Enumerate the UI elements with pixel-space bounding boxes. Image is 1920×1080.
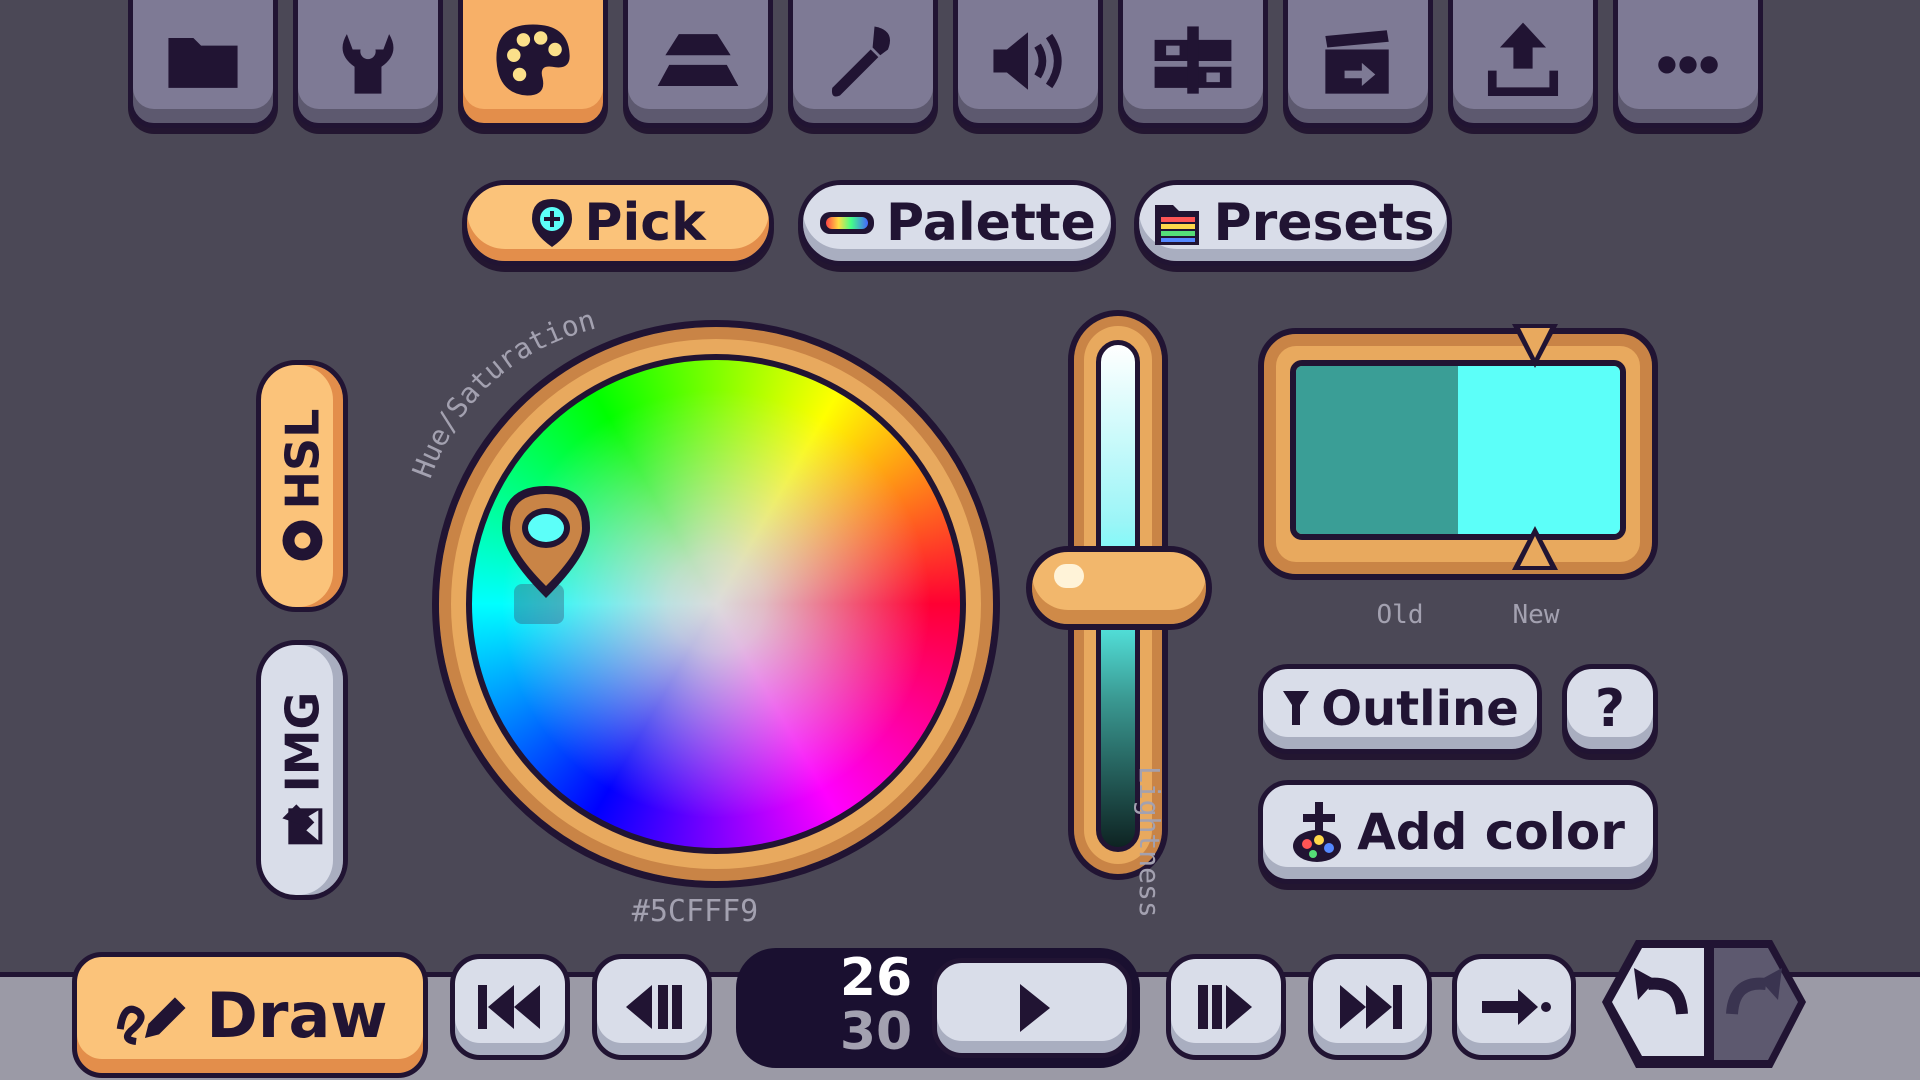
old-label: Old <box>1376 600 1424 630</box>
wheel-picker-handle[interactable] <box>496 482 596 606</box>
loop-toggle-button[interactable] <box>1452 954 1576 1060</box>
mode-hsl-tab[interactable]: HSL <box>256 360 348 612</box>
presets-folder-icon <box>1155 205 1200 245</box>
tab-presets-label: Presets <box>1213 193 1435 253</box>
undo-icon <box>1634 968 1688 1015</box>
hex-value-label: #5CFFF9 <box>631 894 759 929</box>
wrench-button[interactable] <box>293 0 443 128</box>
pencil-draw-icon <box>117 997 186 1045</box>
draw-mode-button[interactable]: Draw <box>72 952 428 1078</box>
gradient-bar-icon <box>820 212 875 234</box>
more-button[interactable] <box>1613 0 1763 128</box>
draw-label: Draw <box>206 978 388 1052</box>
help-button[interactable]: ? <box>1562 664 1658 754</box>
funnel-icon <box>1283 691 1310 725</box>
tab-pick-label: Pick <box>584 193 706 253</box>
play-icon <box>1020 984 1050 1032</box>
current-frame-number: 26 <box>839 948 913 1008</box>
previous-frame-button[interactable] <box>592 954 712 1060</box>
redo-icon <box>1726 968 1782 1015</box>
new-label: New <box>1512 600 1560 630</box>
skip-to-end-icon <box>1340 985 1402 1029</box>
total-frames-number: 30 <box>839 1002 913 1062</box>
folder-button[interactable] <box>128 0 278 128</box>
sliders-icon <box>282 520 323 561</box>
film-strip-icon <box>1154 26 1232 94</box>
mode-img-tab[interactable]: IMG <box>256 640 348 900</box>
palette-button[interactable] <box>458 0 608 128</box>
skip-to-start-icon <box>478 985 540 1029</box>
help-label: ? <box>1594 679 1626 739</box>
new-color-swatch <box>1458 366 1620 534</box>
image-eyedropper-icon <box>282 804 322 845</box>
swatch-bottom-marker-icon <box>1512 526 1558 570</box>
mode-img-label: IMG <box>275 691 329 793</box>
tab-palette-label: Palette <box>886 193 1096 253</box>
add-color-button[interactable]: Add color <box>1258 780 1658 884</box>
arrow-right-icon <box>1482 989 1551 1025</box>
tab-pick[interactable]: Pick <box>462 180 774 266</box>
audio-button[interactable] <box>953 0 1103 128</box>
tab-palette[interactable]: Palette <box>798 180 1116 266</box>
brush-button[interactable] <box>788 0 938 128</box>
step-back-icon <box>626 985 682 1029</box>
brush-icon <box>831 26 891 97</box>
swatch-top-marker-icon <box>1512 324 1558 368</box>
add-color-label: Add color <box>1357 803 1625 861</box>
layers-icon <box>657 34 739 86</box>
film-strip-button[interactable] <box>1118 0 1268 128</box>
mode-hsl-label: HSL <box>275 408 330 510</box>
clapperboard-button[interactable] <box>1283 0 1433 128</box>
redo-button[interactable] <box>1712 942 1812 1064</box>
step-forward-icon <box>1198 985 1252 1029</box>
folder-icon <box>168 37 238 88</box>
speaker-icon <box>993 32 1062 90</box>
color-picker-pin-icon <box>532 199 573 247</box>
wrench-icon <box>342 34 394 94</box>
more-icon <box>1658 56 1718 74</box>
outline-label: Outline <box>1321 681 1519 737</box>
outline-button[interactable]: Outline <box>1258 664 1542 754</box>
tab-presets[interactable]: Presets <box>1134 180 1452 266</box>
color-compare-swatch <box>1290 360 1626 540</box>
palette-icon <box>496 24 570 96</box>
last-frame-button[interactable] <box>1308 954 1432 1060</box>
clapperboard-icon <box>1325 30 1389 94</box>
lightness-label: Lightness <box>1133 766 1166 918</box>
undo-button[interactable] <box>1606 942 1710 1064</box>
layers-button[interactable] <box>623 0 773 128</box>
lightness-slider-handle[interactable] <box>1026 546 1212 630</box>
old-color-swatch[interactable] <box>1296 366 1458 534</box>
first-frame-button[interactable] <box>450 954 570 1060</box>
upload-icon <box>1487 22 1559 97</box>
upload-button[interactable] <box>1448 0 1598 128</box>
add-palette-icon <box>1293 802 1342 862</box>
next-frame-button[interactable] <box>1166 954 1286 1060</box>
play-button[interactable] <box>932 958 1132 1058</box>
